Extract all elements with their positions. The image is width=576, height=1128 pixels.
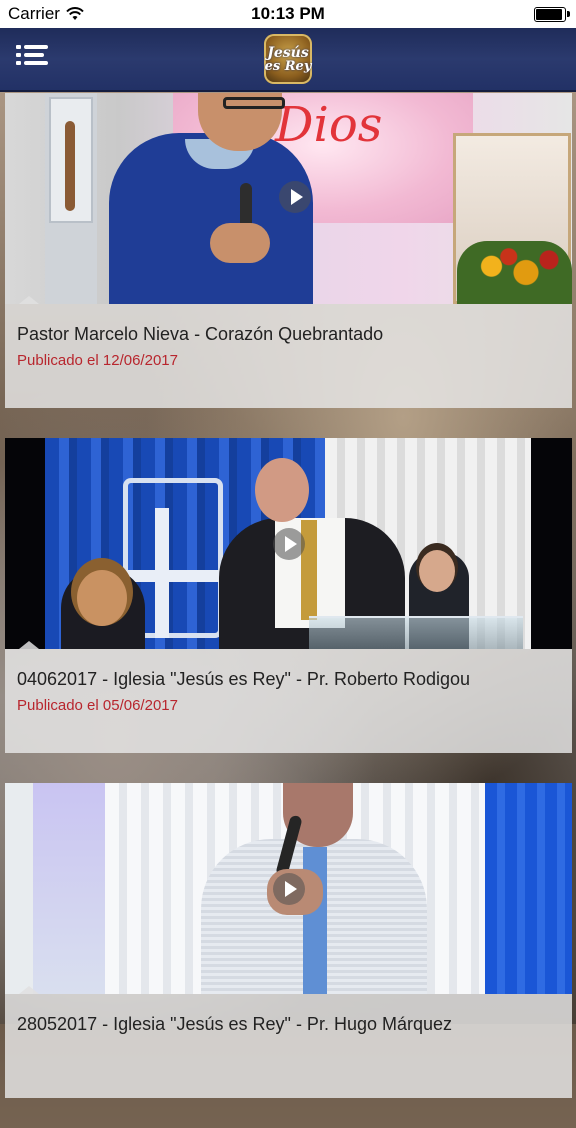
video-title: 04062017 - Iglesia "Jesús es Rey" - Pr. … (17, 669, 471, 689)
menu-icon[interactable] (16, 45, 48, 71)
video-card[interactable]: Dios Pastor Marcelo Nieva - Corazón Queb… (5, 93, 572, 408)
wifi-icon (66, 7, 84, 20)
video-info[interactable]: Pastor Marcelo Nieva - Corazón Quebranta… (5, 304, 572, 408)
video-card[interactable]: 04062017 - Iglesia "Jesús es Rey" - Pr. … (5, 438, 572, 753)
carrier-label: Carrier (8, 4, 60, 23)
video-date: Publicado el 05/06/2017 (17, 697, 178, 714)
video-thumbnail[interactable] (5, 438, 572, 649)
church-logo: Jesús es Rey (264, 34, 312, 84)
video-info[interactable]: 28052017 - Iglesia "Jesús es Rey" - Pr. … (5, 994, 572, 1098)
nav-bar: Jesús es Rey (0, 28, 576, 92)
video-date: Publicado el 12/06/2017 (17, 352, 178, 369)
status-time: 10:13 PM (251, 4, 325, 23)
video-thumbnail[interactable] (5, 783, 572, 994)
play-icon[interactable] (279, 181, 311, 213)
video-feed: Dios Pastor Marcelo Nieva - Corazón Queb… (5, 93, 572, 1128)
video-thumbnail[interactable]: Dios (5, 93, 572, 304)
battery-icon (534, 6, 570, 22)
video-title: Pastor Marcelo Nieva - Corazón Quebranta… (17, 324, 384, 344)
video-title: 28052017 - Iglesia "Jesús es Rey" - Pr. … (17, 1014, 453, 1034)
video-info[interactable]: 04062017 - Iglesia "Jesús es Rey" - Pr. … (5, 649, 572, 753)
video-card[interactable]: 28052017 - Iglesia "Jesús es Rey" - Pr. … (5, 783, 572, 1098)
play-icon[interactable] (273, 873, 305, 905)
play-icon[interactable] (273, 528, 305, 560)
status-bar: Carrier 10:13 PM (0, 0, 576, 28)
